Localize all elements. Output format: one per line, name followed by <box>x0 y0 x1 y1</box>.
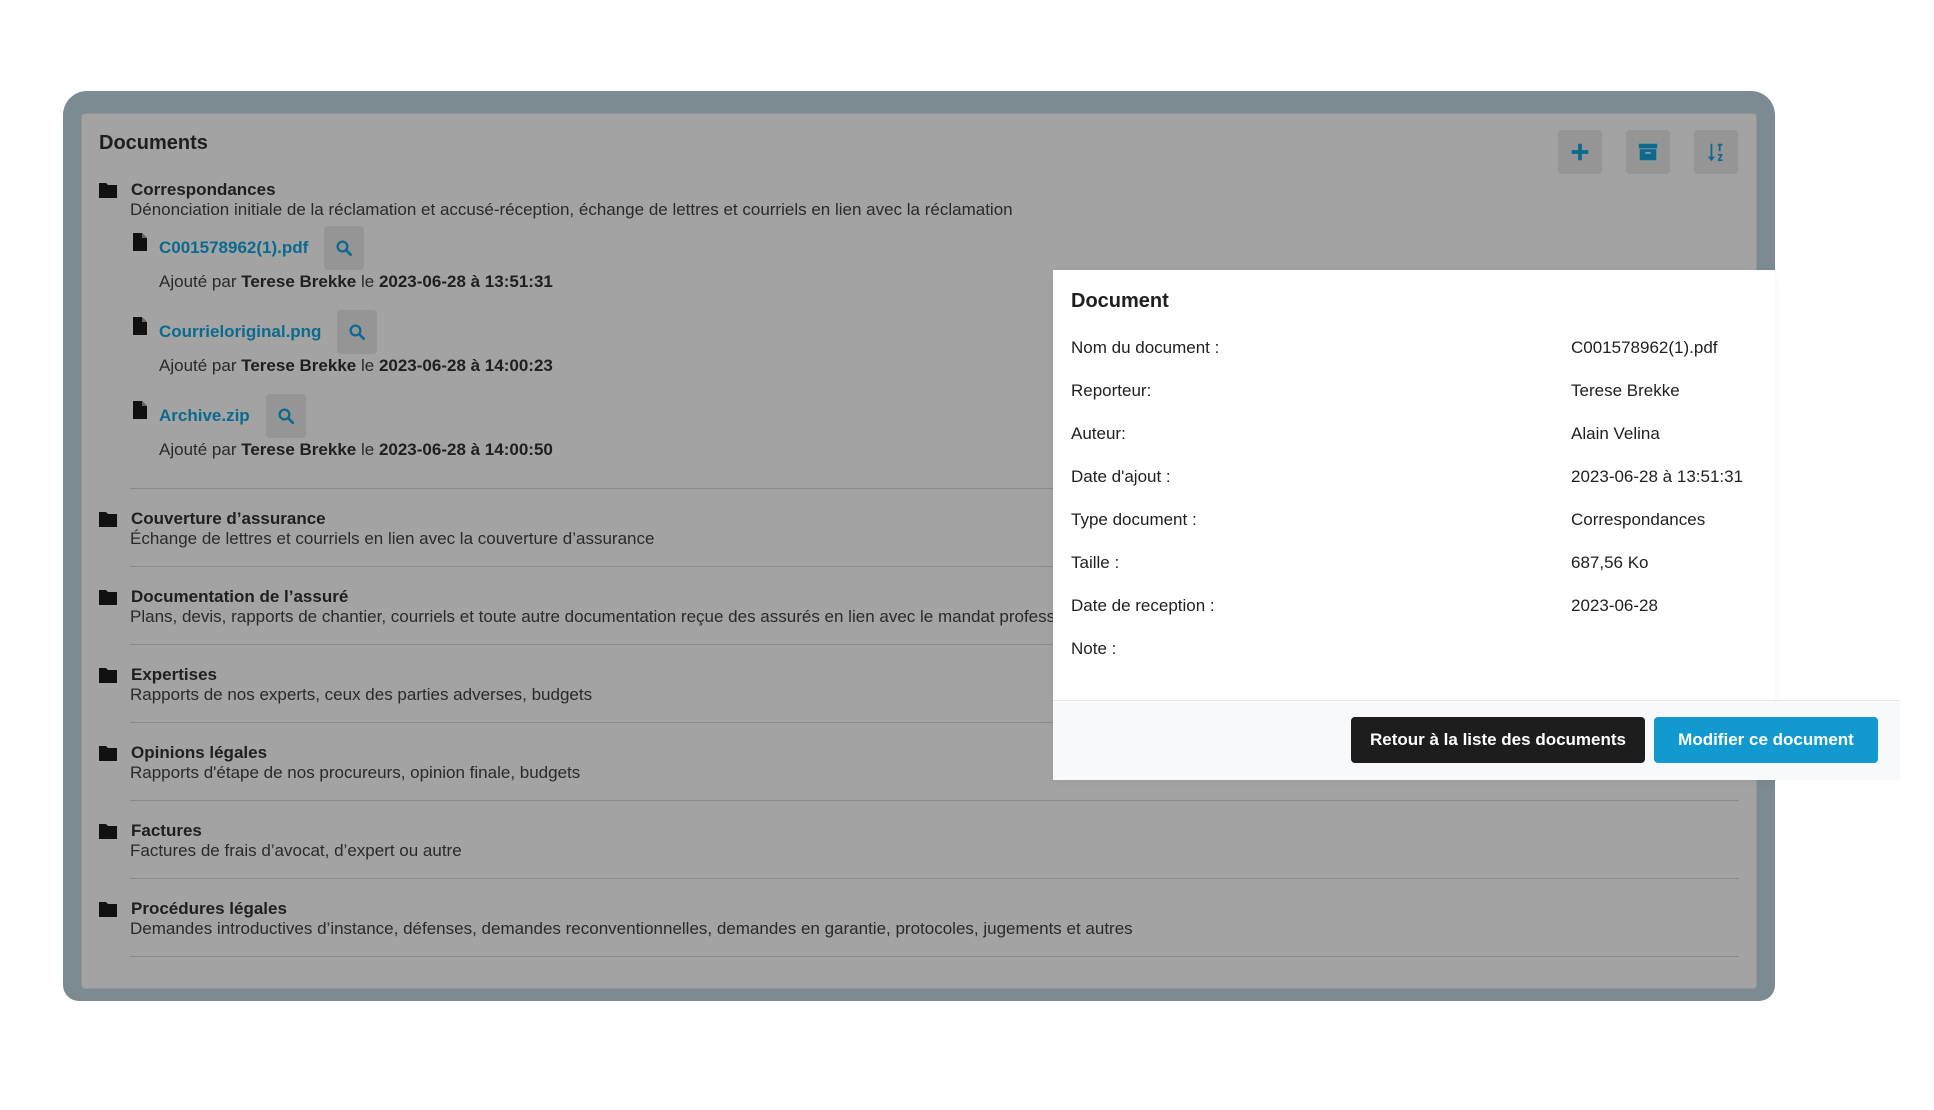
detail-reporter: Reporteur: Terese Brekke <box>1071 381 1761 411</box>
folder-icon <box>99 746 117 761</box>
detail-label: Date d'ajout : <box>1071 467 1171 486</box>
detail-value: Terese Brekke <box>1571 381 1680 400</box>
detail-value: 2023-06-28 <box>1571 596 1658 615</box>
file-item: Archive.zip Ajouté par Terese Brekke le … <box>133 394 933 460</box>
file-link[interactable]: C001578962(1).pdf <box>159 238 308 258</box>
detail-reception-date: Date de reception : 2023-06-28 <box>1071 596 1761 626</box>
file-meta: Ajouté par Terese Brekke le 2023-06-28 à… <box>159 356 553 375</box>
detail-note: Note : <box>1071 639 1761 669</box>
divider <box>130 800 1739 801</box>
archive-button[interactable] <box>1626 130 1670 174</box>
category-correspondances: Correspondances Dénonciation initiale de… <box>99 180 1739 220</box>
detail-label: Reporteur: <box>1071 381 1152 400</box>
detail-label: Type document : <box>1071 510 1197 529</box>
sort-button[interactable] <box>1694 130 1738 174</box>
detail-label: Auteur: <box>1071 424 1126 443</box>
detail-value: Alain Velina <box>1571 424 1660 443</box>
detail-date-added: Date d'ajout : 2023-06-28 à 13:51:31 <box>1071 467 1761 497</box>
category-name[interactable]: Couverture d’assurance <box>131 509 326 529</box>
folder-icon <box>99 590 117 605</box>
detail-label: Note : <box>1071 639 1117 658</box>
divider <box>130 956 1739 957</box>
preview-button[interactable] <box>337 310 378 354</box>
panel-title: Documents <box>99 132 208 154</box>
file-link[interactable]: Archive.zip <box>159 406 250 426</box>
detail-label: Taille : <box>1071 553 1120 572</box>
detail-value: Correspondances <box>1571 510 1706 529</box>
folder-icon <box>99 824 117 839</box>
detail-document-type: Type document : Correspondances <box>1071 510 1761 540</box>
detail-value: 687,56 Ko <box>1571 553 1649 572</box>
file-meta: Ajouté par Terese Brekke le 2023-06-28 à… <box>159 440 553 459</box>
category-procedures: Procédures légales Demandes introductive… <box>99 899 1739 939</box>
detail-label: Nom du document : <box>1071 338 1220 357</box>
search-icon <box>278 408 294 425</box>
file-link[interactable]: Courrieloriginal.png <box>159 322 321 342</box>
search-icon <box>349 324 366 341</box>
category-factures: Factures Factures de frais d’avocat, d’e… <box>99 821 1739 861</box>
category-name[interactable]: Procédures légales <box>131 899 287 919</box>
detail-value: C001578962(1).pdf <box>1571 338 1718 357</box>
category-name[interactable]: Expertises <box>131 665 217 685</box>
folder-icon <box>99 512 117 527</box>
detail-document-name: Nom du document : C001578962(1).pdf <box>1071 338 1761 368</box>
folder-icon <box>99 183 117 198</box>
detail-value: 2023-06-28 à 13:51:31 <box>1571 467 1744 486</box>
preview-button[interactable] <box>265 394 306 438</box>
plus-icon <box>1571 143 1589 161</box>
sort-icon <box>1707 143 1723 162</box>
detail-author: Auteur: Alain Velina <box>1071 424 1761 454</box>
back-to-list-button[interactable]: Retour à la liste des documents <box>1351 717 1645 763</box>
detail-label: Date de reception : <box>1071 596 1215 615</box>
panel-toolbar <box>1558 130 1738 174</box>
search-icon <box>336 240 353 257</box>
category-description: Dénonciation initiale de la réclamation … <box>130 200 1013 219</box>
modal-title: Document <box>1071 290 1169 312</box>
archive-icon <box>1638 143 1658 161</box>
category-description: Factures de frais d’avocat, d’expert ou … <box>130 841 462 860</box>
modal-footer: Retour à la liste des documents Modifier… <box>1053 700 1900 780</box>
file-icon <box>133 401 147 419</box>
category-description: Demandes introductives d’instance, défen… <box>130 919 1133 938</box>
divider <box>130 878 1739 879</box>
category-name[interactable]: Correspondances <box>131 180 276 200</box>
file-icon <box>133 317 147 335</box>
file-icon <box>133 233 147 251</box>
file-item: Courrieloriginal.png Ajouté par Terese B… <box>133 310 933 376</box>
category-name[interactable]: Factures <box>131 821 202 841</box>
folder-icon <box>99 668 117 683</box>
file-item: C001578962(1).pdf Ajouté par Terese Brek… <box>133 226 933 292</box>
category-name[interactable]: Documentation de l’assuré <box>131 587 348 607</box>
detail-size: Taille : 687,56 Ko <box>1071 553 1761 583</box>
edit-document-button[interactable]: Modifier ce document <box>1654 717 1878 763</box>
folder-icon <box>99 902 117 917</box>
preview-button[interactable] <box>324 226 365 270</box>
add-document-button[interactable] <box>1558 130 1602 174</box>
category-name[interactable]: Opinions légales <box>131 743 267 763</box>
file-meta: Ajouté par Terese Brekke le 2023-06-28 à… <box>159 272 553 291</box>
